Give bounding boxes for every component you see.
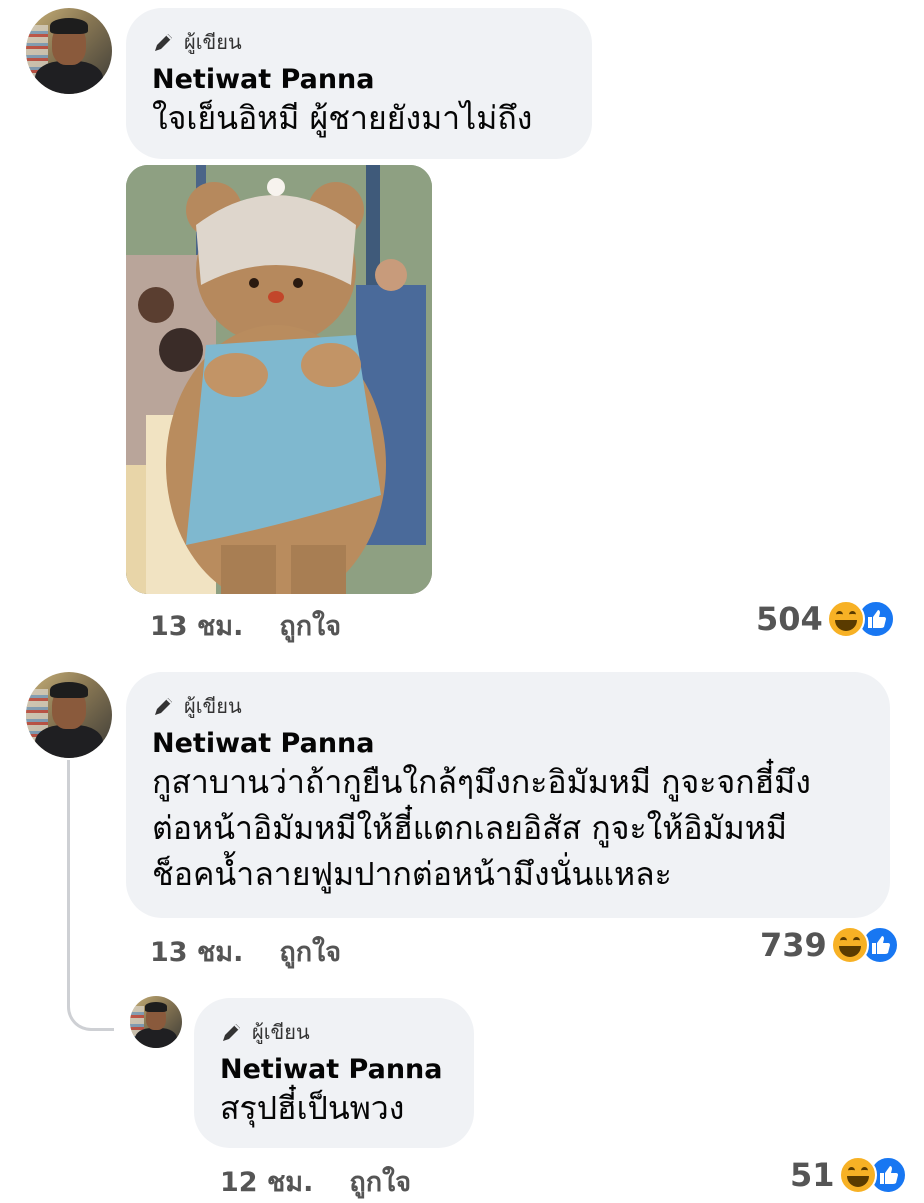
author-badge-label: ผู้เขียน <box>252 1020 310 1044</box>
avatar[interactable] <box>130 996 182 1048</box>
comment-text-line: กูสาบานว่าถ้ากูยืนใกล้ๆมึงกะอิมัมหมี กูจ… <box>152 763 811 801</box>
like-button[interactable]: ถูกใจ <box>279 930 341 973</box>
author-name[interactable]: Netiwat Panna <box>220 1054 448 1085</box>
author-name[interactable]: Netiwat Panna <box>152 64 566 95</box>
comment-meta: 13 ชม. ถูกใจ <box>150 604 341 647</box>
like-button[interactable]: ถูกใจ <box>279 604 341 647</box>
pen-icon <box>155 698 172 715</box>
like-button[interactable]: ถูกใจ <box>349 1160 411 1203</box>
haha-icon <box>830 926 869 964</box>
comment-bubble: ผู้เขียน Netiwat Panna ใจเย็นอิหมี ผู้ชา… <box>126 8 592 159</box>
comment-time[interactable]: 13 ชม. <box>150 604 243 647</box>
comment-text-line: ช็อคน้ำลายฟูมปากต่อหน้ามึงนั่นแหละ <box>152 855 672 893</box>
reaction-count: 504 <box>756 600 823 638</box>
reaction-summary[interactable]: 504 <box>756 600 895 638</box>
author-name[interactable]: Netiwat Panna <box>152 728 864 759</box>
comment-text: สรุปฮี๋เป็นพวง <box>220 1089 405 1127</box>
comment-photo[interactable] <box>126 165 432 594</box>
haha-icon <box>826 600 865 638</box>
comment-time[interactable]: 13 ชม. <box>150 930 243 973</box>
author-badge: ผู้เขียน <box>220 1016 448 1048</box>
author-badge-label: ผู้เขียน <box>184 30 242 54</box>
reaction-count: 739 <box>760 926 827 964</box>
comment-text-line: ต่อหน้าอิมัมหมีให้ฮี๋แตกเลยอิสัส กูจะให้… <box>152 809 787 847</box>
reaction-summary[interactable]: 739 <box>760 926 899 964</box>
avatar[interactable] <box>26 672 112 758</box>
reaction-summary[interactable]: 51 <box>790 1156 907 1194</box>
pen-icon <box>223 1024 240 1041</box>
author-badge: ผู้เขียน <box>152 26 566 58</box>
author-badge-label: ผู้เขียน <box>184 694 242 718</box>
haha-icon <box>838 1156 877 1194</box>
thread-line <box>67 760 114 1031</box>
comment-meta: 12 ชม. ถูกใจ <box>220 1160 411 1203</box>
comment-meta: 13 ชม. ถูกใจ <box>150 930 341 973</box>
author-badge: ผู้เขียน <box>152 690 864 722</box>
comment-text: ใจเย็นอิหมี ผู้ชายยังมาไม่ถึง <box>152 99 533 137</box>
comment-bubble: ผู้เขียน Netiwat Panna กูสาบานว่าถ้ากูยื… <box>126 672 890 918</box>
reply-bubble: ผู้เขียน Netiwat Panna สรุปฮี๋เป็นพวง <box>194 998 474 1148</box>
pen-icon <box>155 34 172 51</box>
comment-time[interactable]: 12 ชม. <box>220 1160 313 1203</box>
bear-mascot-image <box>126 165 432 594</box>
reaction-count: 51 <box>790 1156 835 1194</box>
avatar[interactable] <box>26 8 112 94</box>
